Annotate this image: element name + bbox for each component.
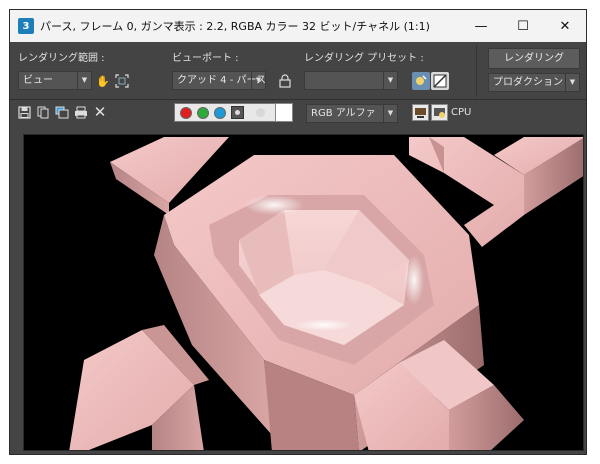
print-icon[interactable] [73,104,89,120]
rendered-image-viewport [23,134,584,451]
red-channel-toggle[interactable] [180,106,192,119]
viewport-dropdown[interactable]: クアッド 4 - パース ▼ [172,71,266,90]
environment-effects-icon[interactable] [431,72,449,90]
specular-highlight [404,255,424,305]
render-button[interactable]: レンダリング [488,48,580,69]
alpha-dot-icon[interactable] [256,108,265,117]
viewport-label: ビューポート : [172,53,239,64]
specular-highlight [244,195,304,215]
green-channel-toggle[interactable] [197,106,209,119]
preset-dropdown[interactable]: ▼ [304,71,398,90]
app-icon: 3 [18,18,34,34]
rendered-3d-mesh [69,137,583,450]
specular-highlight [294,319,354,331]
preset-label: レンダリング プリセット : [304,53,424,64]
chevron-down-icon: ▼ [251,72,265,89]
lock-icon[interactable] [276,72,294,90]
channel-display-value: RGB アルファ [311,108,376,119]
render-mode-dropdown[interactable]: プロダクション ▼ [488,73,580,92]
background-color-swatch[interactable] [275,103,293,122]
copy-image-icon[interactable] [35,104,51,120]
title-bar: 3 パース, フレーム 0, ガンマ表示 : 2.2, RGBA カラー 32 … [10,10,586,42]
chevron-down-icon: ▼ [383,105,397,122]
channel-display-dropdown[interactable]: RGB アルファ ▼ [306,104,398,123]
render-mode-value: プロダクション [493,77,563,88]
cpu-label: CPU [451,107,472,118]
pan-hand-icon[interactable]: ✋ [94,72,112,90]
render-history-icon[interactable] [431,104,448,121]
chevron-down-icon: ▼ [565,74,579,91]
minimize-button[interactable]: — [460,10,502,42]
chevron-down-icon: ▼ [77,72,91,89]
blue-channel-toggle[interactable] [214,106,226,119]
maximize-button[interactable]: ☐ [502,10,544,42]
window-controls: — ☐ ✕ [460,10,586,42]
render-area-dropdown[interactable]: ビュー ▼ [18,71,92,90]
rendered-frame-window: 3 パース, フレーム 0, ガンマ表示 : 2.2, RGBA カラー 32 … [9,9,587,455]
display-toggle-icon[interactable] [412,104,429,121]
chevron-down-icon: ▼ [383,72,397,89]
window-title: パース, フレーム 0, ガンマ表示 : 2.2, RGBA カラー 32 ビッ… [40,20,430,33]
clear-icon[interactable]: ✕ [92,103,108,121]
close-button[interactable]: ✕ [544,10,586,42]
auto-region-icon[interactable] [113,72,131,90]
render-settings-panel: レンダリング範囲 : ビュー ▼ ✋ ビューポート : クアッド 4 - パース… [10,42,586,100]
save-image-icon[interactable] [16,104,32,120]
render-area-label: レンダリング範囲 : [18,53,105,64]
monochrome-toggle[interactable] [231,106,244,119]
panel-divider [476,45,477,97]
render-area-value: ビュー [23,75,53,86]
render-setup-icon[interactable] [412,72,430,90]
clone-window-icon[interactable] [54,104,70,120]
